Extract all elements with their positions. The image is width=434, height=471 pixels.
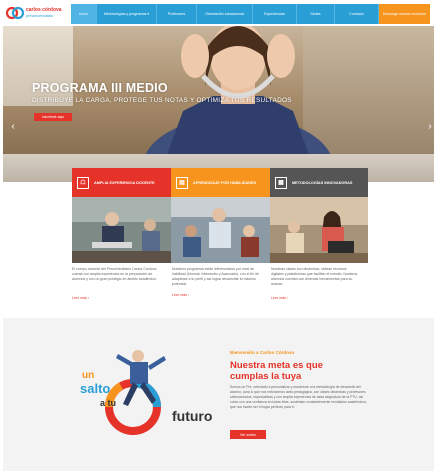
brand-tagline: preuniversitario	[26, 13, 54, 18]
slider-next-arrow-icon[interactable]: ›	[426, 122, 434, 132]
welcome-title-line: cumplas la tuya	[230, 371, 302, 382]
hero-signup-button[interactable]: Inscríbete aquí	[34, 113, 72, 121]
slogan-word: un	[82, 370, 95, 381]
hero-slider: ‹ › PROGRAMA III MEDIO DISTRIBUYE LA CAR…	[3, 26, 434, 182]
method-icon: ▦	[275, 176, 287, 189]
skills-icon: ▤	[176, 176, 188, 189]
nav-item-orientacion[interactable]: Orientación educacional	[197, 4, 253, 24]
feature-image-classroom	[72, 197, 171, 263]
brochure-button[interactable]: Descarga nuestro brochure	[379, 4, 430, 24]
view-sedes-button[interactable]: Ver sedes	[230, 430, 266, 439]
brand-logo[interactable]: carlos córdova preuniversitario	[6, 6, 66, 20]
feature-tab-metodologias[interactable]: ▦ METODOLOGÍAS INNOVADORAS	[270, 168, 368, 197]
welcome-title-line: Nuestra meta es que	[230, 360, 323, 371]
logo-mark-icon	[6, 6, 24, 20]
slogan-word: a tu	[100, 398, 117, 408]
nav-item-experiencias[interactable]: Experiencias	[253, 4, 297, 24]
feature-image-teacher	[171, 197, 270, 263]
feature-description: Nuestras clases son dinámicas, utilizan …	[271, 267, 358, 286]
read-more-link[interactable]: Leer más ›	[172, 293, 189, 297]
welcome-title: Nuestra meta es que cumplas la tuya	[230, 360, 323, 382]
read-more-link[interactable]: Leer más ›	[271, 296, 288, 300]
nav-item-profesores[interactable]: Profesores	[157, 4, 197, 24]
feature-description: Nuestros programas están diferenciados p…	[172, 267, 259, 286]
hero-title: PROGRAMA III MEDIO	[32, 81, 168, 95]
slogan-graphic: un salto a tu futuro	[78, 342, 218, 442]
feature-description: El cuerpo docente del Preuniversitario C…	[72, 267, 157, 281]
slogan-word: salto	[80, 381, 111, 396]
read-more-link[interactable]: Leer más ›	[72, 296, 89, 300]
feature-title: METODOLOGÍAS INNOVADORAS	[292, 180, 353, 185]
hero-subtitle: DISTRIBUYE LA CARGA, PROTEGE TUS NOTAS Y…	[32, 97, 292, 104]
feature-image-students	[270, 197, 368, 263]
main-nav: Inicio Metodologías y programas ▾ Profes…	[71, 4, 379, 24]
site-header: carlos córdova preuniversitario Inicio M…	[0, 0, 434, 26]
slider-prev-arrow-icon[interactable]: ‹	[9, 122, 17, 132]
feature-title: AMPLIA EXPERIENCIA DOCENTE	[94, 180, 155, 185]
feature-tab-experiencia[interactable]: ☖ AMPLIA EXPERIENCIA DOCENTE	[72, 168, 171, 197]
slogan-word: futuro	[172, 408, 213, 424]
nav-item-inicio[interactable]: Inicio	[71, 4, 97, 24]
nav-item-sedes[interactable]: Sedes	[297, 4, 335, 24]
welcome-text: Somos un Pre, orientado a personalizar y…	[230, 385, 367, 409]
feature-tab-habilidades[interactable]: ▤ APRENDIZAJE POR HABILIDADES	[171, 168, 270, 197]
welcome-section	[3, 318, 434, 471]
welcome-kicker: Bienvenido a Carlos Córdova	[230, 350, 295, 355]
nav-item-metodologias[interactable]: Metodologías y programas ▾	[97, 4, 157, 24]
feature-title: APRENDIZAJE POR HABILIDADES	[193, 180, 257, 185]
teacher-icon: ☖	[77, 176, 89, 189]
nav-item-contacto[interactable]: Contacto	[335, 4, 379, 24]
